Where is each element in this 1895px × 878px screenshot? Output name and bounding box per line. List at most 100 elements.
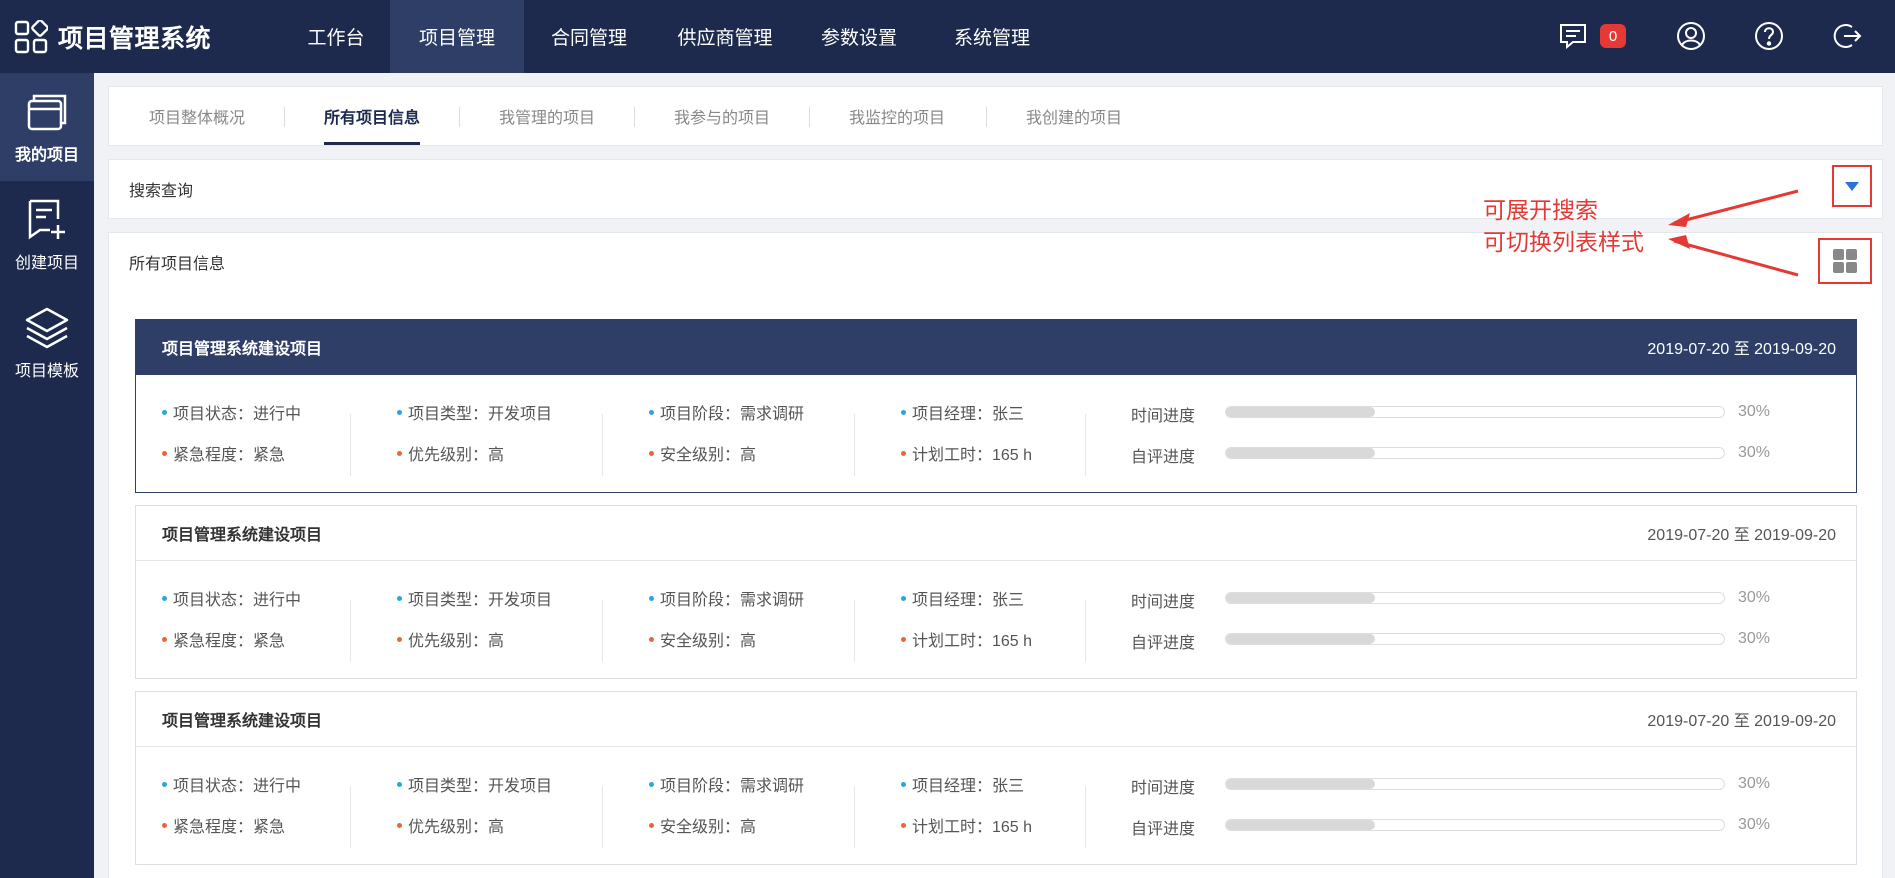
project-title[interactable]: 项目管理系统建设项目 xyxy=(162,521,322,545)
nav-workbench[interactable]: 工作台 xyxy=(282,0,390,73)
nav-project-management[interactable]: 项目管理 xyxy=(390,0,524,73)
bullet-dot xyxy=(397,450,402,456)
time-progress-fill xyxy=(1226,779,1376,789)
bullet-dot xyxy=(901,781,906,787)
tab-created-projects[interactable]: 我创建的项目 xyxy=(1026,87,1122,145)
time-progress-fill xyxy=(1226,593,1376,603)
time-progress-value: 30% xyxy=(1738,589,1771,606)
sidebar: 我的项目 创建项目 项目模板 xyxy=(0,73,94,878)
column-divider xyxy=(854,786,855,848)
project-priority-text: 优先级别：高 xyxy=(408,447,505,464)
tab-divider xyxy=(459,107,460,127)
message-count-badge: 0 xyxy=(1600,24,1626,48)
project-urgency-text: 紧急程度：紧急 xyxy=(173,633,286,650)
bullet-dot xyxy=(162,450,167,456)
annotation-line: 可切换列表样式 xyxy=(1483,230,1644,255)
bullet-dot xyxy=(649,595,654,601)
sidebar-item-my-projects[interactable]: 我的项目 xyxy=(0,73,94,181)
bullet-dot xyxy=(649,409,654,415)
user-icon[interactable] xyxy=(1676,21,1706,51)
self-progress-label: 自评进度 xyxy=(1131,449,1196,466)
time-progress-label: 时间进度 xyxy=(1131,780,1196,797)
tab-divider xyxy=(986,107,987,127)
project-urgency: 紧急程度：紧急 xyxy=(162,443,285,464)
project-card-header: 项目管理系统建设项目 2019-07-20 至 2019-09-20 xyxy=(136,506,1856,561)
project-status: 项目状态：进行中 xyxy=(162,774,301,795)
column-divider xyxy=(1085,414,1086,476)
self-progress-fill xyxy=(1226,448,1376,458)
project-urgency: 紧急程度：紧急 xyxy=(162,629,286,650)
sidebar-item-project-template[interactable]: 项目模板 xyxy=(0,289,94,397)
bullet-dot xyxy=(162,595,167,601)
project-planned-hours: 计划工时：165 h xyxy=(901,629,1032,650)
project-date-range: 2019-07-20 至 2019-09-20 xyxy=(1647,341,1836,358)
project-phase: 项目阶段：需求调研 xyxy=(649,588,805,609)
project-phase-text: 项目阶段：需求调研 xyxy=(660,778,805,795)
bullet-dot xyxy=(397,781,402,787)
project-card[interactable]: 项目管理系统建设项目 2019-07-20 至 2019-09-20 项目状态：进行… xyxy=(135,319,1857,493)
time-progress-bar xyxy=(1225,406,1725,418)
expand-search-button[interactable] xyxy=(1832,165,1872,207)
bullet-dot xyxy=(162,781,167,787)
bullet-dot xyxy=(397,595,402,601)
project-card[interactable]: 项目管理系统建设项目 2019-07-20 至 2019-09-20 项目状态：进行… xyxy=(135,505,1857,679)
self-progress-value: 30% xyxy=(1738,444,1771,461)
column-divider xyxy=(350,786,351,848)
project-type: 项目类型：开发项目 xyxy=(397,402,552,423)
bullet-dot xyxy=(397,822,402,828)
app-logo[interactable]: 项目管理系统 xyxy=(14,0,211,73)
project-status: 项目状态：进行中 xyxy=(162,402,302,423)
project-security: 安全级别：高 xyxy=(649,629,756,650)
tab-project-overview[interactable]: 项目整体概况 xyxy=(149,87,245,145)
bullet-dot xyxy=(397,636,402,642)
grid-logo-icon xyxy=(14,19,48,53)
folder-icon xyxy=(27,94,67,131)
project-urgency: 紧急程度：紧急 xyxy=(162,815,285,836)
project-phase-text: 项目阶段：需求调研 xyxy=(660,406,805,423)
time-progress-label: 时间进度 xyxy=(1131,408,1196,425)
nav-parameter-settings[interactable]: 参数设置 xyxy=(796,0,922,73)
message-icon[interactable] xyxy=(1558,21,1588,51)
project-status-text: 项目状态：进行中 xyxy=(173,406,302,423)
time-progress-bar xyxy=(1225,592,1725,604)
nav-contract-management[interactable]: 合同管理 xyxy=(524,0,654,73)
tab-managed-projects[interactable]: 我管理的项目 xyxy=(499,87,595,145)
help-icon[interactable] xyxy=(1754,21,1784,51)
logout-icon[interactable] xyxy=(1832,21,1862,51)
project-phase-text: 项目阶段：需求调研 xyxy=(660,592,805,609)
self-progress-label: 自评进度 xyxy=(1131,635,1196,652)
project-status-text: 项目状态：进行中 xyxy=(173,592,302,609)
nav-supplier-management[interactable]: 供应商管理 xyxy=(654,0,796,73)
time-progress-bar xyxy=(1225,778,1725,790)
grid-view-icon xyxy=(1833,249,1857,273)
tab-monitored-projects[interactable]: 我监控的项目 xyxy=(849,87,945,145)
sidebar-item-create-project[interactable]: 创建项目 xyxy=(0,181,94,289)
switch-view-button[interactable] xyxy=(1818,238,1872,284)
column-divider xyxy=(854,414,855,476)
project-manager-text: 项目经理：张三 xyxy=(912,592,1025,609)
project-title[interactable]: 项目管理系统建设项目 xyxy=(162,335,322,359)
bullet-dot xyxy=(901,822,906,828)
tab-divider xyxy=(809,107,810,127)
bullet-dot xyxy=(397,409,402,415)
project-priority: 优先级别：高 xyxy=(397,443,505,464)
project-security: 安全级别：高 xyxy=(649,443,756,464)
self-progress-value: 30% xyxy=(1738,630,1771,647)
column-divider xyxy=(602,414,603,476)
project-title[interactable]: 项目管理系统建设项目 xyxy=(162,707,322,731)
bullet-dot xyxy=(649,450,654,456)
project-manager: 项目经理：张三 xyxy=(901,588,1025,609)
column-divider xyxy=(602,600,603,662)
tab-participated-projects[interactable]: 我参与的项目 xyxy=(674,87,770,145)
annotation-note: 可展开搜索 可切换列表样式 xyxy=(1483,195,1644,259)
tab-all-projects[interactable]: 所有项目信息 xyxy=(324,87,421,145)
project-planned-hours-text: 计划工时：165 h xyxy=(912,819,1033,836)
bullet-dot xyxy=(649,636,654,642)
project-status: 项目状态：进行中 xyxy=(162,588,302,609)
project-card[interactable]: 项目管理系统建设项目 2019-07-20 至 2019-09-20 项目状态：进行… xyxy=(135,691,1857,865)
annotation-line: 可展开搜索 xyxy=(1483,198,1598,223)
project-planned-hours: 计划工时：165 h xyxy=(901,815,1033,836)
project-type-text: 项目类型：开发项目 xyxy=(408,592,553,609)
nav-system-management[interactable]: 系统管理 xyxy=(922,0,1062,73)
sidebar-item-label: 创建项目 xyxy=(14,255,79,272)
